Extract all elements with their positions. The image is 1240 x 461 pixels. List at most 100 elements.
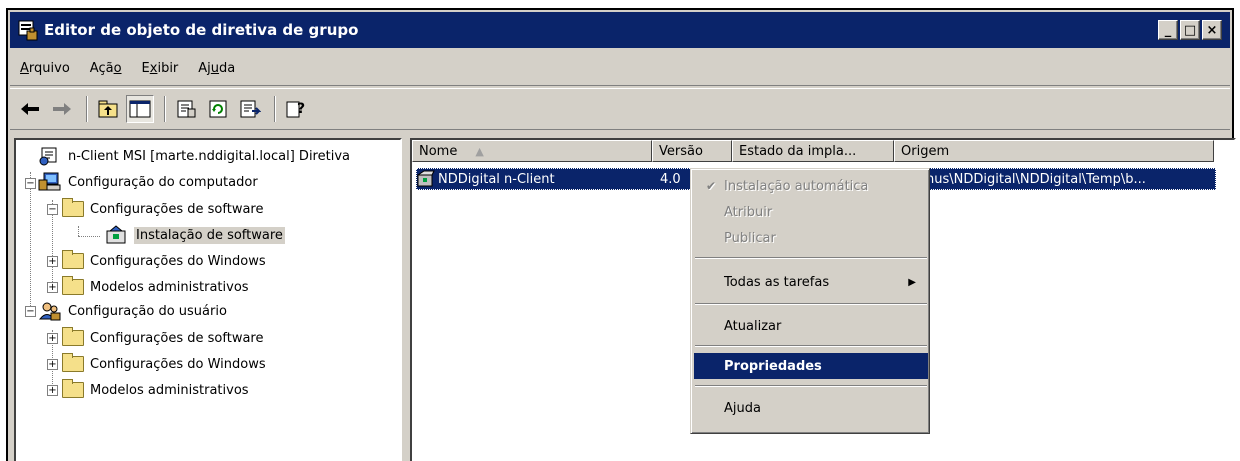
expand-toggle[interactable]: +	[47, 385, 58, 396]
menu-item-help[interactable]: Ajuda	[694, 395, 928, 421]
properties-button[interactable]	[172, 95, 200, 123]
close-button[interactable]: ×	[1202, 20, 1222, 40]
menu-item-auto-install[interactable]: ✔ Instalação automática	[694, 173, 928, 199]
menu-item-publish[interactable]: Publicar	[694, 225, 928, 251]
menu-ajuda-pre: Aj	[198, 61, 211, 76]
forward-button[interactable]	[48, 95, 76, 123]
menu-separator	[695, 345, 927, 347]
folder-icon	[62, 250, 84, 269]
forward-icon	[53, 103, 71, 115]
minimize-button[interactable]: _	[1158, 20, 1178, 40]
tree-item-windows-settings-user[interactable]: Configurações do Windows	[62, 352, 266, 376]
up-one-level-button[interactable]	[94, 95, 122, 123]
toolbar-separator	[274, 96, 276, 122]
users-icon	[38, 301, 62, 321]
menu-item-all-tasks[interactable]: Todas as tarefas ▶	[694, 269, 928, 295]
cell-origin: nus\NDDigital\NDDigital\Temp\b...	[926, 171, 1146, 187]
folder-icon	[62, 198, 84, 217]
menu-item-label: Todas as tarefas	[724, 274, 830, 290]
menu-ajuda-rest: da	[219, 61, 236, 76]
gpo-editor-icon	[16, 18, 40, 42]
show-hide-tree-button[interactable]	[126, 95, 154, 123]
sort-ascending-icon: ▲	[475, 144, 484, 158]
toolbar: ?	[10, 88, 1230, 130]
tree-item-label: Configurações de software	[90, 330, 264, 346]
expand-toggle[interactable]: +	[47, 359, 58, 370]
tree-item-label: Modelos administrativos	[90, 279, 249, 295]
menu-ajuda[interactable]: Ajuda	[188, 61, 245, 76]
collapse-toggle[interactable]: −	[25, 178, 36, 189]
close-icon: ×	[1206, 22, 1218, 38]
folder-icon	[62, 327, 84, 346]
collapse-toggle[interactable]: −	[25, 306, 36, 317]
column-header-label: Estado da impla...	[739, 143, 857, 159]
menu-arquivo[interactable]: Arquivo	[10, 61, 80, 76]
menu-acao[interactable]: Ação	[80, 61, 132, 76]
tree-item-label: Configurações de software	[90, 201, 264, 217]
checkmark-icon: ✔	[706, 179, 717, 193]
back-button[interactable]	[16, 95, 44, 123]
submenu-arrow-icon: ▶	[908, 276, 916, 288]
column-header-row: Nome ▲ Versão Estado da impla... Origem	[412, 140, 1214, 162]
software-installation-icon	[104, 225, 128, 245]
expand-toggle[interactable]: +	[47, 282, 58, 293]
menu-item-refresh[interactable]: Atualizar	[694, 313, 928, 339]
title-bar[interactable]: Editor de objeto de diretiva de grupo _ …	[10, 12, 1230, 48]
export-list-button[interactable]	[236, 95, 264, 123]
menu-exibir-rest: ibir	[157, 61, 179, 76]
cell-name: NDDigital n-Client	[416, 170, 652, 188]
folder-icon	[62, 379, 84, 398]
maximize-button[interactable]: □	[1180, 20, 1200, 40]
menu-arquivo-accel: A	[20, 61, 29, 76]
tree-item-windows-settings[interactable]: Configurações do Windows	[62, 249, 266, 273]
maximize-icon: □	[1183, 22, 1197, 38]
tree-item-admin-templates-user[interactable]: Modelos administrativos	[62, 378, 249, 402]
menu-ajuda-accel: u	[210, 61, 220, 76]
menu-separator	[695, 385, 927, 387]
cell-name-text: NDDigital n-Client	[438, 171, 555, 187]
menu-item-label: Atribuir	[724, 204, 773, 220]
column-header-origin[interactable]: Origem	[894, 140, 1214, 162]
tree-root-label: n-Client MSI [marte.nddigital.local] Dir…	[68, 148, 350, 164]
tree-root[interactable]: n-Client MSI [marte.nddigital.local] Dir…	[38, 144, 350, 168]
package-icon	[416, 170, 435, 187]
export-list-icon	[240, 100, 261, 118]
menu-item-label: Ajuda	[724, 400, 761, 416]
refresh-button[interactable]	[204, 95, 232, 123]
toolbar-separator	[86, 96, 88, 122]
tree-line	[30, 172, 31, 312]
properties-icon	[177, 100, 196, 118]
tree-item-software-installation[interactable]: Instalação de software	[104, 223, 285, 247]
context-menu: ✔ Instalação automática Atribuir Publica…	[690, 168, 930, 434]
column-header-name[interactable]: Nome ▲	[412, 140, 652, 162]
tree-item-label: Instalação de software	[134, 226, 285, 244]
menu-exibir[interactable]: Exibir	[132, 61, 189, 76]
expand-toggle[interactable]: +	[47, 256, 58, 267]
console-tree[interactable]: n-Client MSI [marte.nddigital.local] Dir…	[14, 138, 402, 461]
tree-item-admin-templates[interactable]: Modelos administrativos	[62, 275, 249, 299]
menu-item-label: Propriedades	[724, 358, 822, 374]
help-icon: ?	[286, 101, 305, 118]
menu-item-assign[interactable]: Atribuir	[694, 199, 928, 225]
tree-item-user-config[interactable]: Configuração do usuário	[38, 299, 227, 323]
column-header-label: Nome	[419, 143, 458, 159]
tree-item-label: Configuração do computador	[68, 174, 258, 190]
computer-icon	[38, 172, 62, 192]
help-button[interactable]: ?	[282, 95, 310, 123]
column-header-version[interactable]: Versão	[652, 140, 732, 162]
app-window: Editor de objeto de diretiva de grupo _ …	[6, 8, 1236, 461]
up-folder-icon	[98, 100, 118, 118]
tree-item-software-settings[interactable]: Configurações de software	[62, 197, 263, 221]
tree-item-computer-config[interactable]: Configuração do computador	[38, 170, 258, 194]
collapse-toggle[interactable]: −	[47, 204, 58, 215]
gpo-scroll-icon	[38, 146, 62, 166]
menu-item-properties[interactable]: Propriedades	[694, 353, 928, 379]
tree-item-software-settings-user[interactable]: Configurações de software	[62, 326, 263, 350]
menu-item-label: Publicar	[724, 230, 776, 246]
svg-text:?: ?	[297, 101, 305, 117]
tree-item-label: Configuração do usuário	[68, 303, 227, 319]
column-header-state[interactable]: Estado da impla...	[732, 140, 894, 162]
expand-toggle[interactable]: +	[47, 333, 58, 344]
menu-separator	[695, 257, 927, 259]
column-header-label: Versão	[659, 143, 703, 159]
